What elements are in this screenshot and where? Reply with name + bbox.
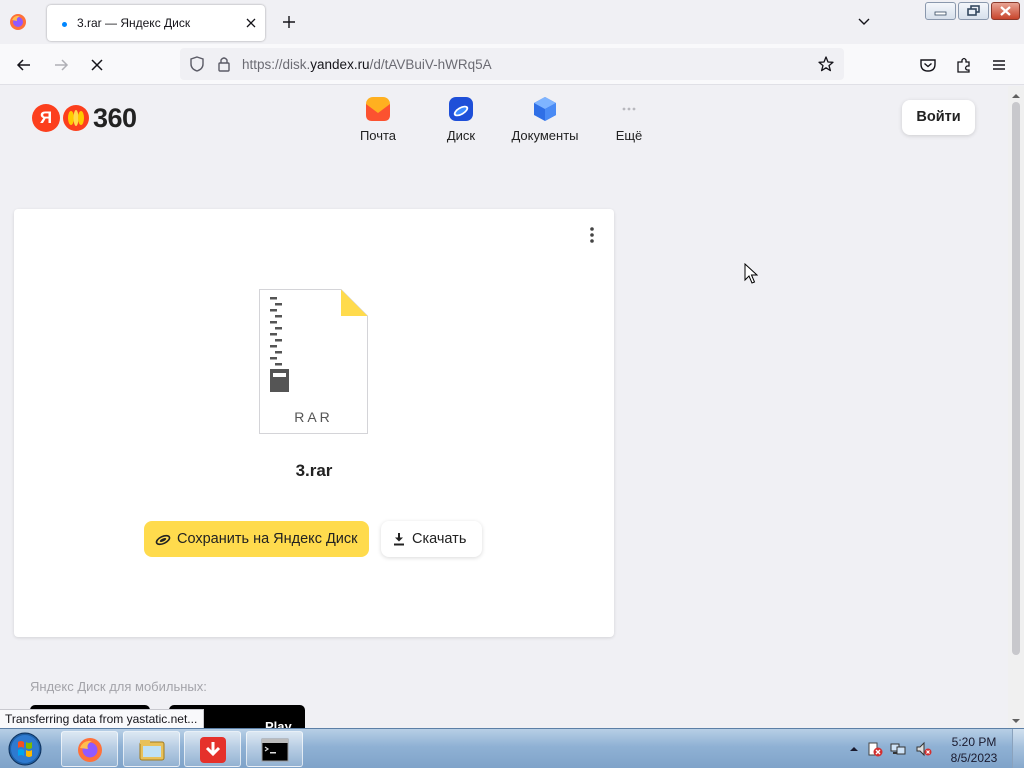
minimize-button[interactable] [925, 2, 956, 20]
network-icon[interactable] [890, 741, 906, 757]
forward-icon[interactable] [51, 55, 71, 75]
status-bar: Transferring data from yastatic.net... [0, 709, 205, 728]
navigation-toolbar: https://disk.yandex.ru/d/tAVBuiV-hWRq5A [0, 44, 1024, 85]
file-explorer-icon [139, 740, 165, 761]
extensions-icon[interactable] [954, 55, 974, 75]
restore-button[interactable] [958, 2, 989, 20]
command-prompt-icon [261, 738, 289, 762]
google-play-badge-text: Play [265, 719, 292, 728]
firefox-menu-icon[interactable] [8, 12, 28, 32]
active-tab[interactable]: 3.rar — Яндекс Диск [47, 5, 265, 41]
tab-title: 3.rar — Яндекс Диск [77, 16, 191, 30]
show-desktop-button[interactable] [1012, 729, 1024, 768]
service-more[interactable]: Ещё [584, 96, 674, 143]
disk-icon [155, 531, 171, 547]
back-icon[interactable] [14, 55, 34, 75]
stop-loading-icon[interactable] [87, 55, 107, 75]
logo-sun-icon [62, 104, 90, 132]
service-disk[interactable]: Диск [416, 96, 506, 143]
tab-list-icon[interactable] [855, 14, 873, 30]
page-scrollbar[interactable] [1008, 86, 1024, 728]
yandex-360-logo[interactable]: Я 360 [32, 102, 137, 134]
url-text: https://disk.yandex.ru/d/tAVBuiV-hWRq5A [242, 57, 492, 72]
action-center-icon[interactable] [867, 741, 883, 757]
rar-file-icon: RAR [259, 289, 368, 434]
scroll-up-icon[interactable] [1011, 89, 1021, 99]
service-disk-label: Диск [446, 128, 476, 143]
more-options-icon[interactable] [586, 225, 598, 245]
save-to-disk-label: Сохранить на Яндекс Диск [177, 531, 358, 547]
file-type-label: RAR [294, 409, 333, 425]
more-icon [616, 96, 642, 122]
clock-date: 8/5/2023 [950, 751, 998, 765]
taskbar-explorer[interactable] [123, 731, 180, 767]
save-to-disk-button[interactable]: Сохранить на Яндекс Диск [144, 521, 369, 557]
taskbar-command-prompt[interactable] [246, 731, 303, 767]
new-tab-icon[interactable] [280, 13, 298, 31]
volume-muted-icon[interactable] [916, 741, 932, 757]
service-mail-label: Почта [359, 128, 397, 143]
download-label: Скачать [412, 531, 467, 547]
documents-icon [532, 96, 558, 122]
page-content: Я 360 Почта Диск Документы Ещё Войти RAR… [0, 86, 1008, 728]
firefox-icon [78, 738, 102, 762]
tab-strip: 3.rar — Яндекс Диск [0, 0, 1024, 44]
download-icon [393, 532, 405, 546]
logo-text: 360 [93, 102, 137, 133]
mobile-apps-text: Яндекс Диск для мобильных: [30, 679, 207, 694]
system-clock[interactable]: 5:20 PM 8/5/2023 [942, 734, 1006, 766]
mail-icon [365, 96, 391, 122]
start-button[interactable] [2, 731, 48, 767]
service-documents[interactable]: Документы [500, 96, 590, 143]
shield-icon[interactable] [188, 55, 206, 76]
clock-time: 5:20 PM [951, 735, 997, 749]
tab-favicon [62, 22, 67, 27]
file-name: 3.rar [295, 461, 333, 480]
service-mail[interactable]: Почта [333, 96, 423, 143]
disk-icon [448, 96, 474, 122]
close-tab-icon[interactable] [243, 15, 259, 31]
close-window-button[interactable] [991, 2, 1020, 20]
download-button[interactable]: Скачать [381, 521, 482, 557]
service-more-label: Ещё [615, 128, 643, 143]
scrollbar-thumb[interactable] [1012, 102, 1020, 655]
show-hidden-icons-icon[interactable] [846, 741, 862, 757]
login-button[interactable]: Войти [902, 100, 975, 135]
taskbar: 5:20 PM 8/5/2023 [0, 728, 1024, 768]
scroll-down-icon[interactable] [1011, 714, 1021, 724]
file-card: RAR 3.rar Сохранить на Яндекс Диск Скача… [14, 209, 614, 637]
bookmark-star-icon[interactable] [817, 55, 835, 76]
taskbar-firefox[interactable] [61, 731, 118, 767]
address-bar[interactable]: https://disk.yandex.ru/d/tAVBuiV-hWRq5A [180, 48, 844, 80]
hamburger-menu-icon[interactable] [989, 55, 1009, 75]
taskbar-download-app[interactable] [184, 731, 241, 767]
download-app-icon [200, 737, 226, 763]
window-controls [925, 2, 1020, 20]
lock-icon[interactable] [216, 55, 232, 76]
service-documents-label: Документы [511, 128, 579, 143]
logo-ya-icon: Я [32, 104, 60, 132]
pocket-icon[interactable] [918, 55, 938, 75]
mouse-cursor-icon [744, 262, 759, 284]
